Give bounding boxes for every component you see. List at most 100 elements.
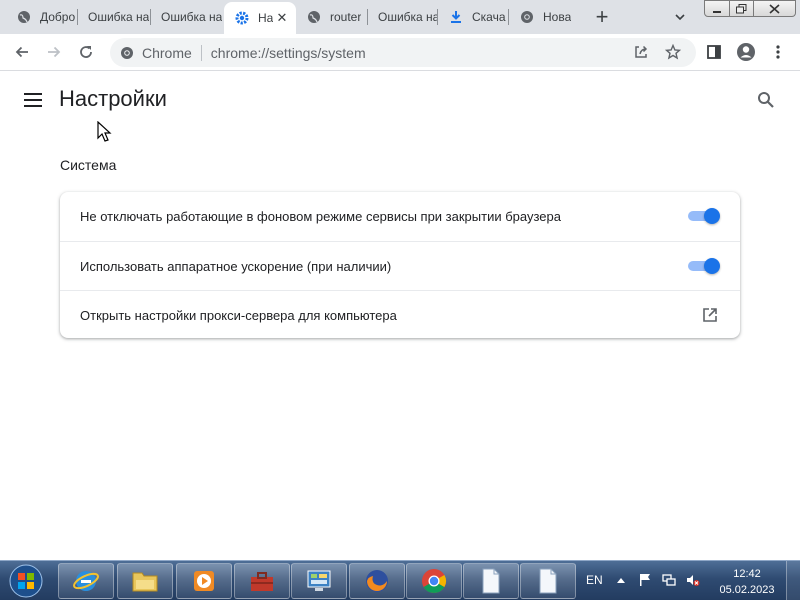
minimize-button[interactable] [704,0,730,17]
action-center-flag-icon[interactable] [638,573,652,587]
background-apps-toggle[interactable] [688,208,720,224]
tab-label: Ошибка на [378,10,438,24]
clock-date: 05.02.2023 [719,584,775,596]
globe-icon [16,9,32,25]
document-icon [482,568,500,594]
document-icon [539,568,557,594]
tab-search-button[interactable] [670,7,690,27]
site-chip: Chrome [142,44,192,61]
page-title: Настройки [59,86,167,111]
omnibox-divider [200,44,202,61]
show-desktop-button[interactable] [786,561,800,600]
chrome-icon [519,9,535,25]
volume-muted-icon[interactable] [686,573,700,587]
taskbar-control-panel[interactable] [291,563,347,599]
tab-label: Ошибка на [161,10,223,24]
firefox-icon [366,570,388,592]
tab-4-active[interactable]: На ✕ [224,2,296,34]
tab-label: Ошибка на [88,10,150,24]
hamburger-icon [24,93,42,107]
toggle-knob [704,208,720,224]
tab-label: На [258,11,274,25]
chevron-up-icon [617,578,625,583]
setting-label: Открыть настройки прокси-сервера для ком… [80,307,397,323]
toolbox-icon [251,572,273,591]
control-panel-icon [307,570,331,591]
file-explorer-icon [132,572,158,592]
taskbar-media-player[interactable] [176,563,232,599]
back-arrow-icon [15,46,28,58]
gear-icon [234,10,250,26]
side-panel-icon [707,45,721,59]
new-tab-button[interactable]: + [590,4,614,29]
clock-time: 12:42 [733,568,761,580]
tab-label: Нова [543,10,572,24]
profile-button[interactable] [734,40,758,64]
show-hidden-icons-button[interactable] [614,573,628,587]
taskbar-document-1[interactable] [463,563,519,599]
minimize-icon [713,10,721,13]
open-in-new-icon[interactable] [700,305,720,325]
search-settings-button[interactable] [754,88,778,112]
side-panel-button[interactable] [702,40,726,64]
tab-label: Добро [40,10,76,24]
tab-label: Скача [472,10,506,24]
section-title-system: Система [60,157,117,173]
chrome-icon [422,569,447,594]
browser-toolbar: Chrome chrome://settings/system [0,34,800,71]
tab-5[interactable]: router [296,0,368,34]
tab-label: router [330,10,362,24]
back-button[interactable] [10,40,34,64]
restore-icon [736,3,747,13]
toggle-knob [704,258,720,274]
setting-row-hardware-acceleration[interactable]: Использовать аппаратное ускорение (при н… [60,241,740,290]
setting-row-background-apps[interactable]: Не отключать работающие в фоновом режиме… [60,192,740,241]
reload-button[interactable] [74,40,98,64]
tab-strip: Добро Ошибка на Ошибка на На ✕ router Ош… [0,0,800,34]
forward-arrow-icon [48,46,61,58]
taskbar-toolbox[interactable] [234,563,290,599]
tab-6[interactable]: Ошибка на [368,0,438,34]
mouse-cursor [97,120,113,143]
taskbar-internet-explorer[interactable] [58,563,114,599]
language-indicator[interactable]: EN [586,573,603,587]
share-button[interactable] [630,41,652,63]
avatar-icon [737,43,755,61]
window-controls [704,0,796,18]
close-window-button[interactable] [754,0,796,17]
tab-2[interactable]: Ошибка на [78,0,151,34]
forward-button[interactable] [42,40,66,64]
internet-explorer-icon [73,571,99,591]
url-text[interactable]: chrome://settings/system [211,45,366,61]
more-vert-icon [776,45,780,59]
taskbar-firefox[interactable] [349,563,405,599]
setting-label: Использовать аппаратное ускорение (при н… [80,258,392,274]
share-icon [635,45,648,58]
star-icon [665,44,681,60]
tab-7[interactable]: Скача [438,0,509,34]
address-bar[interactable]: Chrome chrome://settings/system [110,38,696,67]
chevron-down-icon [675,14,685,21]
media-player-icon [194,571,214,591]
setting-row-proxy-settings[interactable]: Открыть настройки прокси-сервера для ком… [60,290,740,339]
globe-icon [306,9,322,25]
taskbar-document-2[interactable] [520,563,576,599]
hardware-acceleration-toggle[interactable] [688,258,720,274]
bookmark-button[interactable] [662,41,684,63]
system-settings-card: Не отключать работающие в фоновом режиме… [60,192,740,338]
reload-icon [80,46,92,58]
tab-3[interactable]: Ошибка на [151,0,224,34]
start-button[interactable] [6,563,46,599]
taskbar-chrome[interactable] [406,563,462,599]
restore-button[interactable] [730,0,754,17]
tab-1[interactable]: Добро [6,0,78,34]
close-tab-icon[interactable]: ✕ [274,10,290,26]
tab-8[interactable]: Нова [509,0,580,34]
chrome-menu-button[interactable] [766,40,790,64]
network-icon[interactable] [662,573,676,587]
chrome-icon [119,45,135,61]
download-icon [448,9,464,25]
taskbar-file-explorer[interactable] [117,563,173,599]
system-clock[interactable]: 12:42 05.02.2023 [712,566,782,598]
settings-menu-button[interactable] [22,89,44,111]
